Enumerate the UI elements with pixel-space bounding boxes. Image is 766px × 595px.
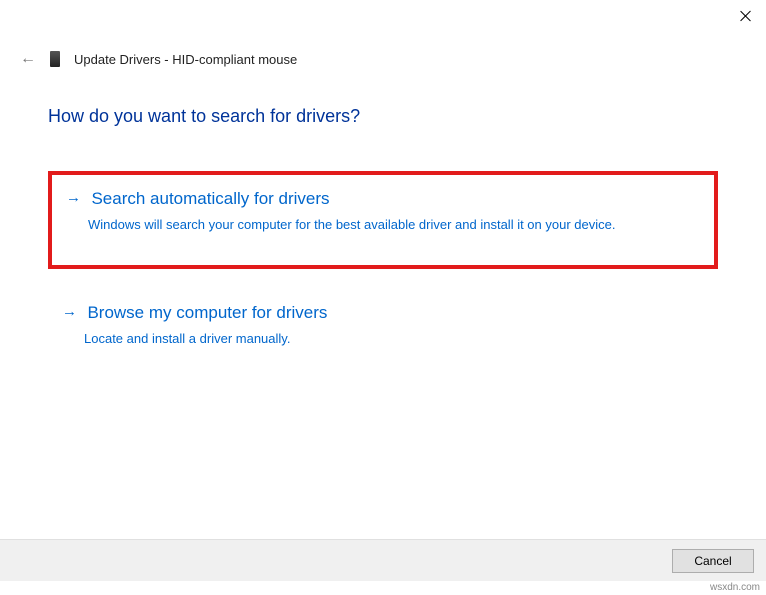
cancel-button[interactable]: Cancel: [672, 549, 754, 573]
device-icon: [50, 51, 60, 67]
page-heading: How do you want to search for drivers?: [48, 106, 718, 127]
window-title: Update Drivers - HID-compliant mouse: [74, 52, 297, 67]
watermark: wsxdn.com: [710, 582, 760, 593]
option-search-automatically[interactable]: → Search automatically for drivers Windo…: [48, 171, 718, 269]
option-description: Windows will search your computer for th…: [88, 215, 700, 235]
dialog-header: ← Update Drivers - HID-compliant mouse: [0, 32, 766, 68]
option-browse-computer[interactable]: → Browse my computer for drivers Locate …: [48, 289, 718, 379]
dialog-content: How do you want to search for drivers? →…: [0, 68, 766, 378]
arrow-right-icon: →: [62, 303, 77, 320]
back-arrow-icon[interactable]: ←: [20, 50, 36, 68]
dialog-footer: Cancel: [0, 539, 766, 581]
titlebar: [0, 0, 766, 32]
option-title: Search automatically for drivers: [91, 189, 329, 208]
arrow-right-icon: →: [66, 189, 81, 206]
option-title: Browse my computer for drivers: [87, 303, 327, 322]
close-icon[interactable]: [740, 10, 752, 22]
option-description: Locate and install a driver manually.: [84, 329, 704, 349]
